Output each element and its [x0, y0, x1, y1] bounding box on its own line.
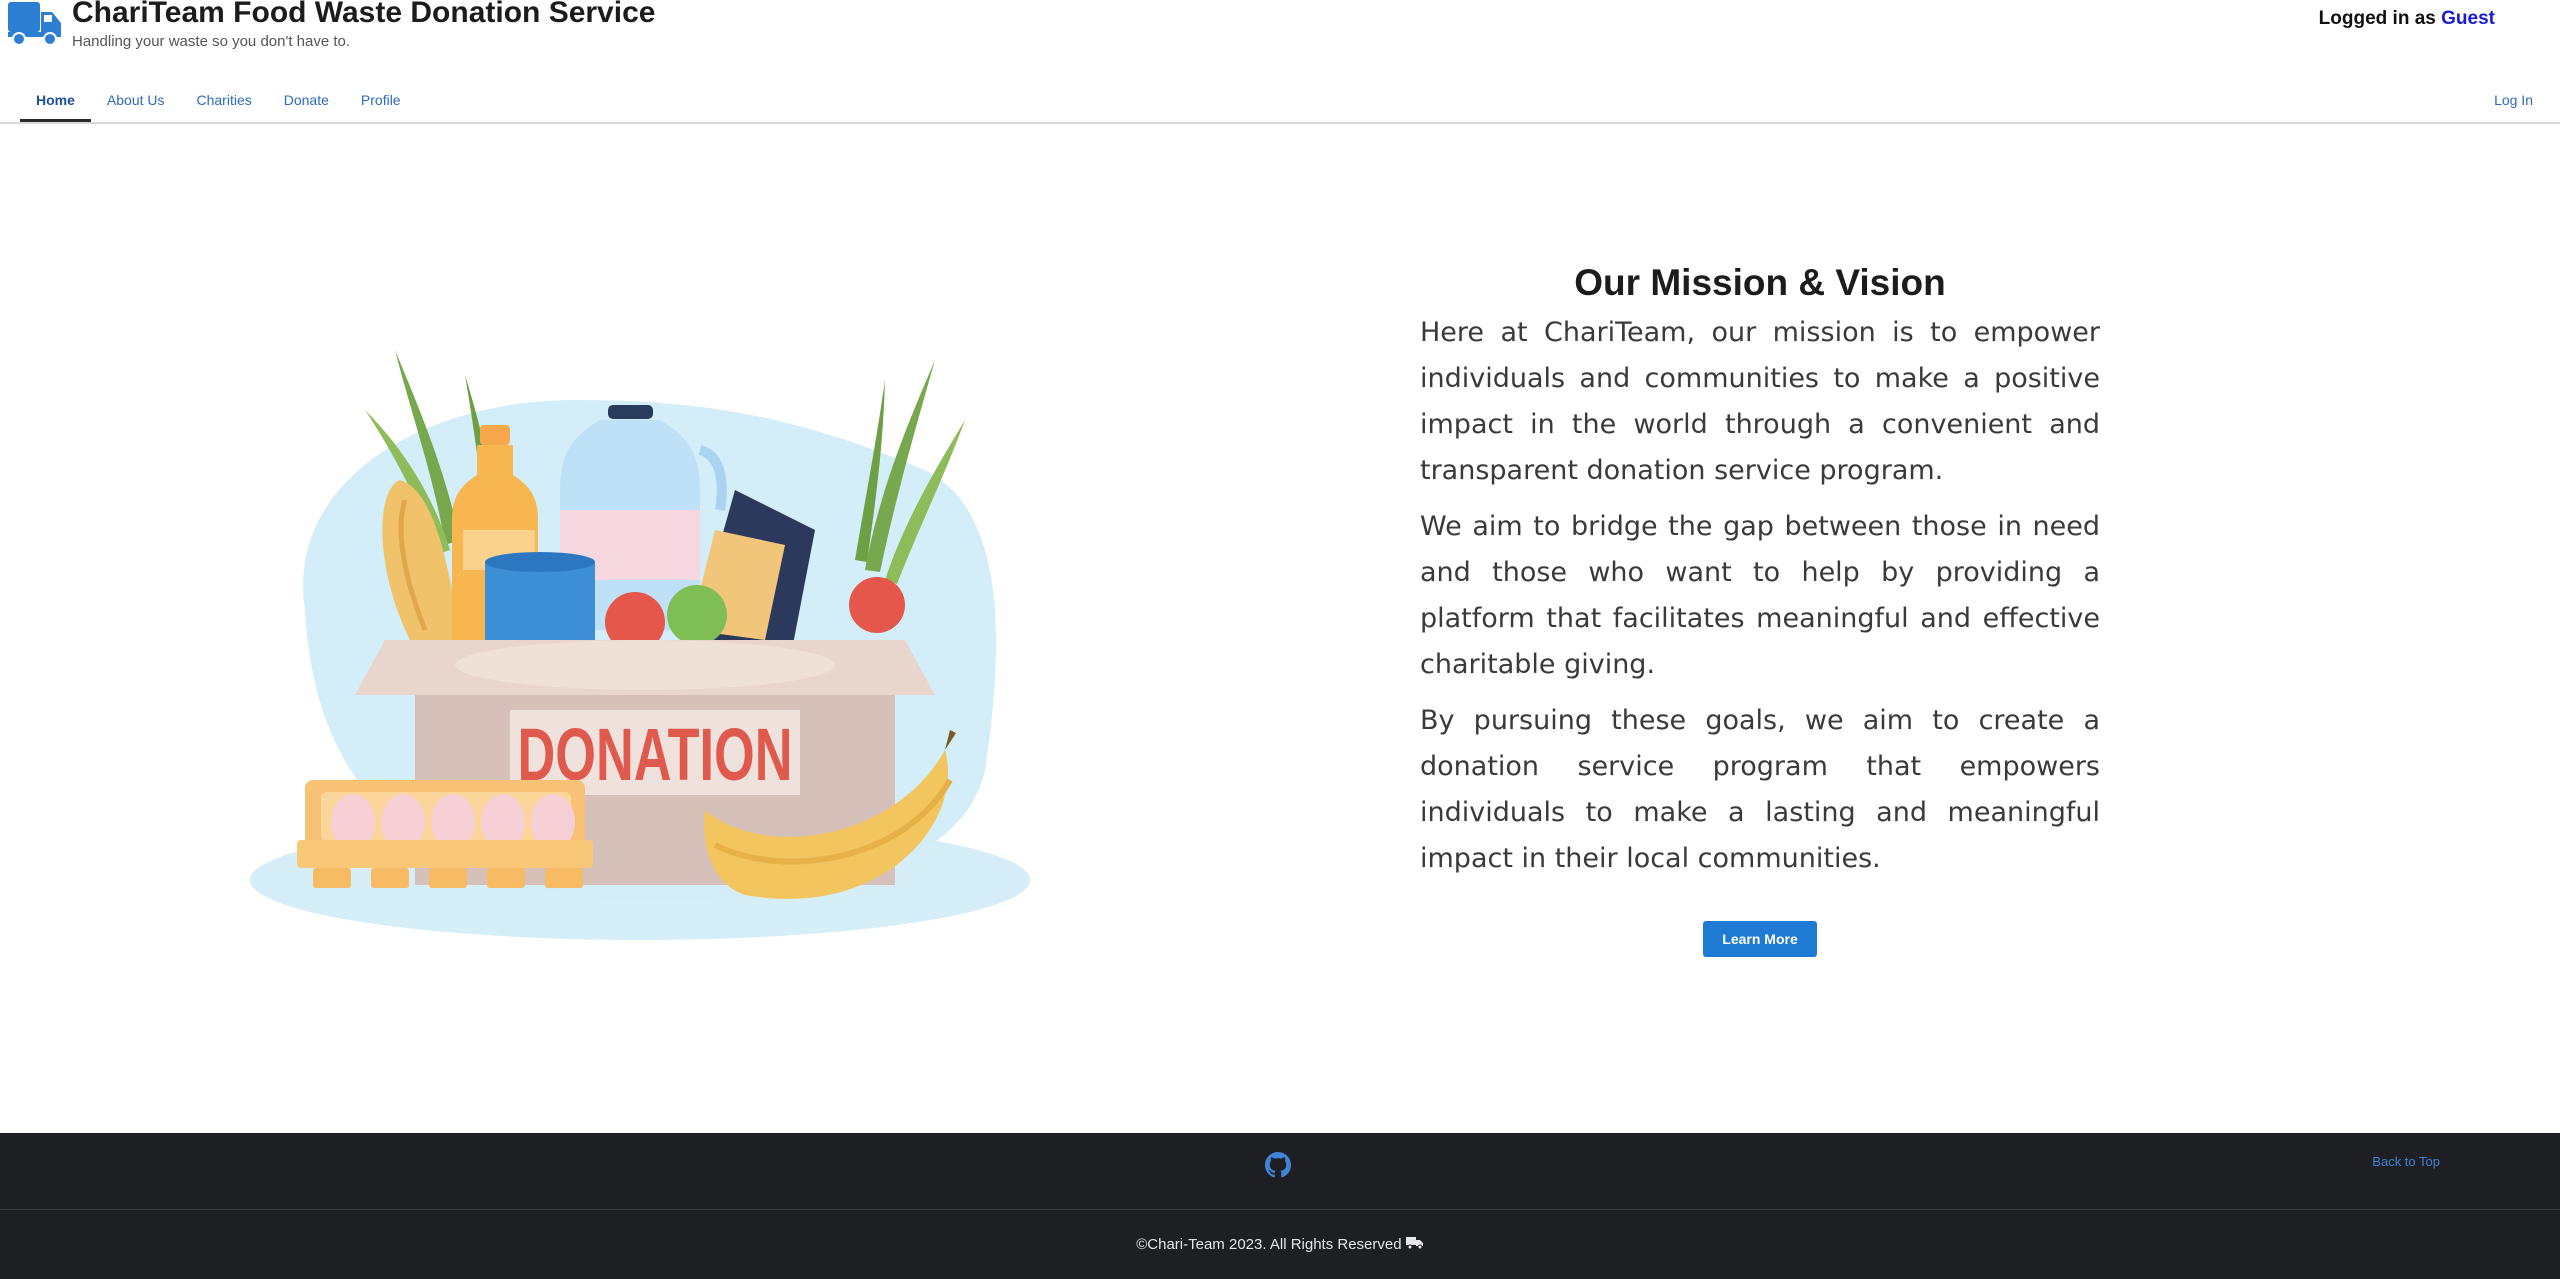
mission-title: Our Mission & Vision	[1574, 262, 1946, 303]
mission-paragraph-3: By pursuing these goals, we aim to creat…	[1420, 705, 2100, 874]
truck-icon	[8, 2, 61, 46]
github-icon[interactable]	[1265, 1152, 1291, 1178]
login-link[interactable]: Log In	[2494, 92, 2533, 108]
login-status: Logged in as Guest	[2319, 8, 2495, 30]
nav-item-home[interactable]: Home	[20, 82, 91, 122]
nav-item-charities[interactable]: Charities	[181, 82, 268, 122]
site-subtitle: Handling your waste so you don't have to…	[72, 33, 351, 50]
main-nav: Home About Us Charities Donate Profile	[20, 82, 417, 122]
footer-divider	[0, 1209, 2560, 1210]
nav-item-donate[interactable]: Donate	[268, 82, 345, 122]
copyright-text: ©Chari-Team 2023. All Rights Reserved	[0, 1236, 2560, 1254]
mission-paragraph-1: Here at ChariTeam, our mission is to emp…	[1420, 317, 2100, 486]
site-header: ChariTeam Food Waste Donation Service Ha…	[0, 0, 2560, 124]
learn-more-button[interactable]: Learn More	[1703, 921, 1817, 957]
login-prefix: Logged in as	[2318, 8, 2436, 29]
donation-box-illustration: DONATION	[250, 350, 1030, 940]
mission-section: Our Mission & Vision Here at ChariTeam, …	[1420, 262, 2100, 882]
back-to-top-link[interactable]: Back to Top	[2372, 1154, 2440, 1169]
site-footer: Back to Top ©Chari-Team 2023. All Rights…	[0, 1133, 2560, 1279]
guest-link[interactable]: Guest	[2441, 8, 2495, 29]
copyright-label: ©Chari-Team 2023. All Rights Reserved	[1136, 1236, 1402, 1253]
site-title: ChariTeam Food Waste Donation Service	[72, 0, 656, 29]
nav-item-profile[interactable]: Profile	[345, 82, 417, 122]
nav-item-about-us[interactable]: About Us	[91, 82, 181, 122]
truck-icon	[1405, 1236, 1424, 1254]
mission-paragraph-2: We aim to bridge the gap between those i…	[1420, 511, 2100, 680]
